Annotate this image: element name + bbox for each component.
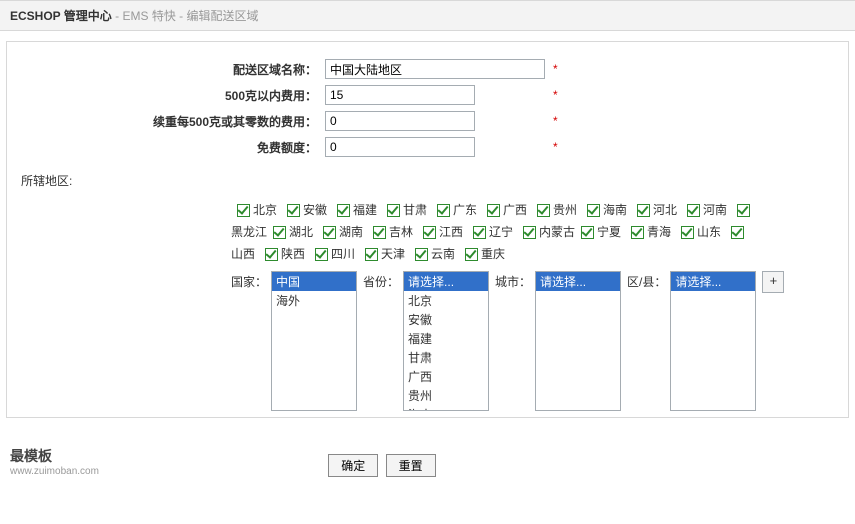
region-label: 江西 [439,221,467,243]
region-checkbox[interactable] [581,226,594,239]
region-label: 广东 [453,199,481,221]
region-checkbox[interactable] [465,248,478,261]
region-label: 安徽 [303,199,331,221]
label-district: 区/县： [627,271,666,290]
region-selectors: 国家： 中国海外 省份： 请选择...北京安徽福建甘肃广西贵州海南河北 城市： … [231,271,834,417]
region-checkbox[interactable] [681,226,694,239]
listbox-option[interactable]: 海外 [272,291,356,310]
region-label: 河南 [703,199,731,221]
crumb-action: 编辑配送区域 [187,9,259,23]
region-checkbox[interactable] [537,204,550,217]
submit-button[interactable]: 确定 [328,454,378,477]
region-checkbox[interactable] [315,248,328,261]
region-label: 宁夏 [597,221,625,243]
listbox-option[interactable]: 甘肃 [404,348,488,367]
region-checkbox[interactable] [687,204,700,217]
region-checkbox[interactable] [387,204,400,217]
input-free[interactable] [325,137,475,157]
region-label: 四川 [331,243,359,265]
listbox-option[interactable]: 广西 [404,367,488,386]
region-label: 内蒙古 [539,221,575,243]
reset-button[interactable]: 重置 [386,454,436,477]
label-province: 省份： [363,271,399,290]
input-cont500[interactable] [325,111,475,131]
listbox-option[interactable]: 贵州 [404,386,488,405]
label-fee500: 500克以内费用： [21,82,321,108]
area-form: 配送区域名称： * 500克以内费用： * 续重每500克或其零数的费用： * … [21,56,562,160]
listbox-option[interactable]: 请选择... [536,272,620,291]
region-label: 北京 [253,199,281,221]
region-checkbox[interactable] [473,226,486,239]
listbox-option[interactable]: 海南 [404,405,488,411]
region-checkbox[interactable] [237,204,250,217]
main-panel: 配送区域名称： * 500克以内费用： * 续重每500克或其零数的费用： * … [6,41,849,418]
region-label: 福建 [353,199,381,221]
region-label: 河北 [653,199,681,221]
region-checkbox[interactable] [273,226,286,239]
breadcrumb: ECSHOP 管理中心 - EMS 特快 - 编辑配送区域 [0,0,855,31]
add-region-button[interactable]: + [762,271,784,293]
region-checkbox[interactable] [415,248,428,261]
region-label: 山西 [231,243,259,265]
region-checkbox[interactable] [731,226,744,239]
label-country: 国家： [231,271,267,290]
regions-legend: 所辖地区: [21,160,834,195]
region-checkbox[interactable] [365,248,378,261]
region-checkbox[interactable] [631,226,644,239]
region-label: 湖南 [339,221,367,243]
select-city[interactable]: 请选择... [535,271,621,411]
listbox-option[interactable]: 北京 [404,291,488,310]
region-label: 广西 [503,199,531,221]
select-province[interactable]: 请选择...北京安徽福建甘肃广西贵州海南河北 [403,271,489,411]
required-mark: * [549,56,562,82]
app-title: ECSHOP 管理中心 [10,9,112,23]
region-label: 青海 [647,221,675,243]
region-label: 重庆 [481,243,509,265]
label-free: 免费额度： [21,134,321,160]
crumb-shipping: EMS 特快 [122,9,175,23]
region-checkbox-area: 北京安徽福建甘肃广东广西贵州海南河北河南黑龙江湖北湖南吉林江西辽宁内蒙古宁夏青海… [21,195,834,417]
region-label: 黑龙江 [231,221,267,243]
region-checkbox[interactable] [523,226,536,239]
region-label: 云南 [431,243,459,265]
label-cont500: 续重每500克或其零数的费用： [21,108,321,134]
region-checkbox[interactable] [437,204,450,217]
listbox-option[interactable]: 安徽 [404,310,488,329]
region-checkbox[interactable] [587,204,600,217]
input-fee500[interactable] [325,85,475,105]
input-area-name[interactable] [325,59,545,79]
brand-name: 最模板 [10,446,99,466]
region-label: 湖北 [289,221,317,243]
listbox-option[interactable]: 请选择... [671,272,755,291]
region-label: 吉林 [389,221,417,243]
region-label: 天津 [381,243,409,265]
brand: 最模板 www.zuimoban.com [10,446,99,477]
region-checkbox[interactable] [287,204,300,217]
region-label: 海南 [603,199,631,221]
region-checkbox[interactable] [423,226,436,239]
brand-url: www.zuimoban.com [10,466,99,477]
region-label: 贵州 [553,199,581,221]
region-checkbox[interactable] [265,248,278,261]
footer: 最模板 www.zuimoban.com 确定 重置 [0,418,855,485]
region-label: 甘肃 [403,199,431,221]
region-label: 山东 [697,221,725,243]
region-checkbox[interactable] [487,204,500,217]
region-label: 辽宁 [489,221,517,243]
select-country[interactable]: 中国海外 [271,271,357,411]
region-checkbox[interactable] [337,204,350,217]
label-city: 城市： [495,271,531,290]
region-label: 陕西 [281,243,309,265]
select-district[interactable]: 请选择... [670,271,756,411]
region-checkbox[interactable] [637,204,650,217]
region-checkbox[interactable] [323,226,336,239]
listbox-option[interactable]: 中国 [272,272,356,291]
listbox-option[interactable]: 请选择... [404,272,488,291]
region-checkbox[interactable] [737,204,750,217]
region-checkbox[interactable] [373,226,386,239]
listbox-option[interactable]: 福建 [404,329,488,348]
label-area-name: 配送区域名称： [21,56,321,82]
